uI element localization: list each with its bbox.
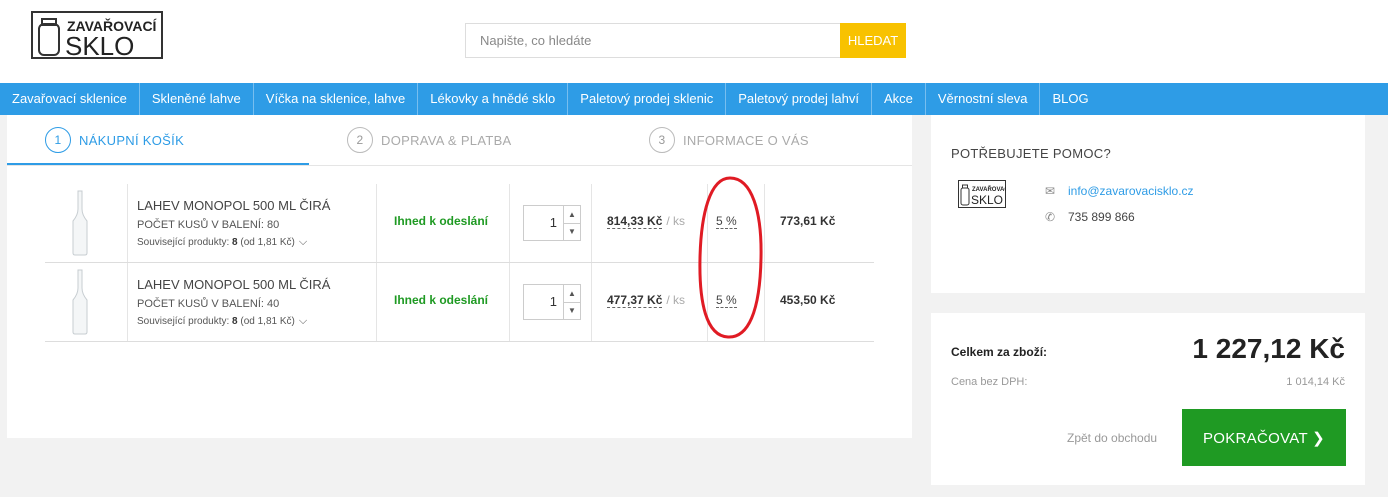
nav-item-paletovy-prodej-lahvi[interactable]: Paletový prodej lahví [726,83,872,115]
goods-total-label: Celkem za zboží: [951,345,1048,359]
step-cart[interactable]: 1 NÁKUPNÍ KOŠÍK [45,127,184,153]
checkout-steps: 1 NÁKUPNÍ KOŠÍK 2 DOPRAVA & PLATBA 3 INF… [7,115,912,166]
step-customer-info[interactable]: 3 INFORMACE O VÁS [649,127,809,153]
goods-total-value: 1 227,12 Kč [1192,333,1345,364]
svg-text:SKLO: SKLO [65,31,134,59]
nav-item-vicka[interactable]: Víčka na sklenice, lahve [254,83,419,115]
back-to-shop-link[interactable]: Zpět do obchodu [1067,431,1157,445]
step-number: 3 [649,127,675,153]
related-products-toggle[interactable]: Související produkty: 8 (od 1,81 Kč) ⌵ [137,236,307,249]
search-input[interactable] [465,23,840,58]
related-products-toggle[interactable]: Související produkty: 8 (od 1,81 Kč) ⌵ [137,315,307,328]
decrement-icon[interactable]: ▼ [564,301,580,320]
search-bar: HLEDAT [465,23,906,58]
decrement-icon[interactable]: ▼ [564,222,580,241]
step-shipping-payment[interactable]: 2 DOPRAVA & PLATBA [347,127,512,153]
bottle-thumbnail[interactable] [71,269,89,335]
help-phone-number: 735 899 866 [1068,210,1135,224]
help-panel: POTŘEBUJETE POMOC? ZAVAŘOVACÍ SKLO ✉ inf… [931,115,1365,293]
continue-label: POKRAČOVAT [1202,429,1308,447]
help-title: POTŘEBUJETE POMOC? [951,146,1111,161]
pack-size: POČET KUSŮ V BALENÍ: 40 [137,298,280,310]
chevron-down-icon: ⌵ [298,236,308,248]
quantity-stepper[interactable]: 1 ▲ ▼ [523,205,581,241]
unit-price: 477,37 Kč / ks [607,293,686,308]
nav-item-lekovky[interactable]: Lékovky a hnědé sklo [418,83,569,115]
product-name[interactable]: LAHEV MONOPOL 500 ML ČIRÁ [137,198,330,213]
nav-item-sklenene-lahve[interactable]: Skleněné lahve [140,83,254,115]
svg-text:SKLO: SKLO [971,193,1003,207]
envelope-icon: ✉ [1045,184,1056,198]
nav-item-blog[interactable]: BLOG [1040,83,1100,115]
header: ZAVAŘOVACÍ SKLO HLEDAT [0,0,1388,83]
help-email-link[interactable]: ✉ info@zavarovacisklo.cz [1045,184,1194,198]
step-label: NÁKUPNÍ KOŠÍK [79,132,185,148]
help-phone: ✆ 735 899 866 [1045,210,1135,224]
step-number: 1 [45,127,71,153]
nav-item-vernostni-sleva[interactable]: Věrnostní sleva [926,83,1041,115]
bottle-thumbnail[interactable] [71,190,89,256]
quantity-value[interactable]: 1 [524,285,563,319]
site-logo-small: ZAVAŘOVACÍ SKLO [958,180,1006,208]
main-nav: Zavařovací sklenice Skleněné lahve Víčka… [0,83,1388,115]
search-button[interactable]: HLEDAT [840,23,906,58]
step-label: INFORMACE O VÁS [683,132,809,148]
continue-button[interactable]: POKRAČOVAT ❯ [1182,409,1346,466]
unit-price: 814,33 Kč / ks [607,214,686,229]
site-logo[interactable]: ZAVAŘOVACÍ SKLO [31,11,163,59]
help-email[interactable]: info@zavarovacisklo.cz [1068,184,1194,198]
red-annotation-circle [698,176,763,339]
nav-item-akce[interactable]: Akce [872,83,926,115]
step-label: DOPRAVA & PLATBA [381,132,512,148]
stock-status: Ihned k odeslání [394,293,489,307]
phone-icon: ✆ [1045,210,1056,224]
order-summary: Celkem za zboží: 1 227,12 Kč Cena bez DP… [931,313,1365,485]
nav-item-paletovy-prodej-sklenic[interactable]: Paletový prodej sklenic [568,83,727,115]
product-name[interactable]: LAHEV MONOPOL 500 ML ČIRÁ [137,277,330,292]
chevron-down-icon: ⌵ [298,315,308,327]
line-total: 453,50 Kč [780,293,836,307]
chevron-right-icon: ❯ [1312,429,1326,447]
no-vat-value: 1 014,14 Kč [1286,376,1345,388]
cart-panel: 1 NÁKUPNÍ KOŠÍK 2 DOPRAVA & PLATBA 3 INF… [7,115,912,438]
active-step-indicator [7,163,309,165]
step-number: 2 [347,127,373,153]
quantity-stepper[interactable]: 1 ▲ ▼ [523,284,581,320]
nav-item-zavarovaci-sklenice[interactable]: Zavařovací sklenice [0,83,140,115]
line-total: 773,61 Kč [780,214,836,228]
stock-status: Ihned k odeslání [394,214,489,228]
no-vat-label: Cena bez DPH: [951,376,1028,388]
svg-text:ZAVAŘOVACÍ: ZAVAŘOVACÍ [972,185,1006,193]
increment-icon[interactable]: ▲ [564,285,580,302]
quantity-value[interactable]: 1 [524,206,563,240]
increment-icon[interactable]: ▲ [564,206,580,223]
pack-size: POČET KUSŮ V BALENÍ: 80 [137,219,280,231]
